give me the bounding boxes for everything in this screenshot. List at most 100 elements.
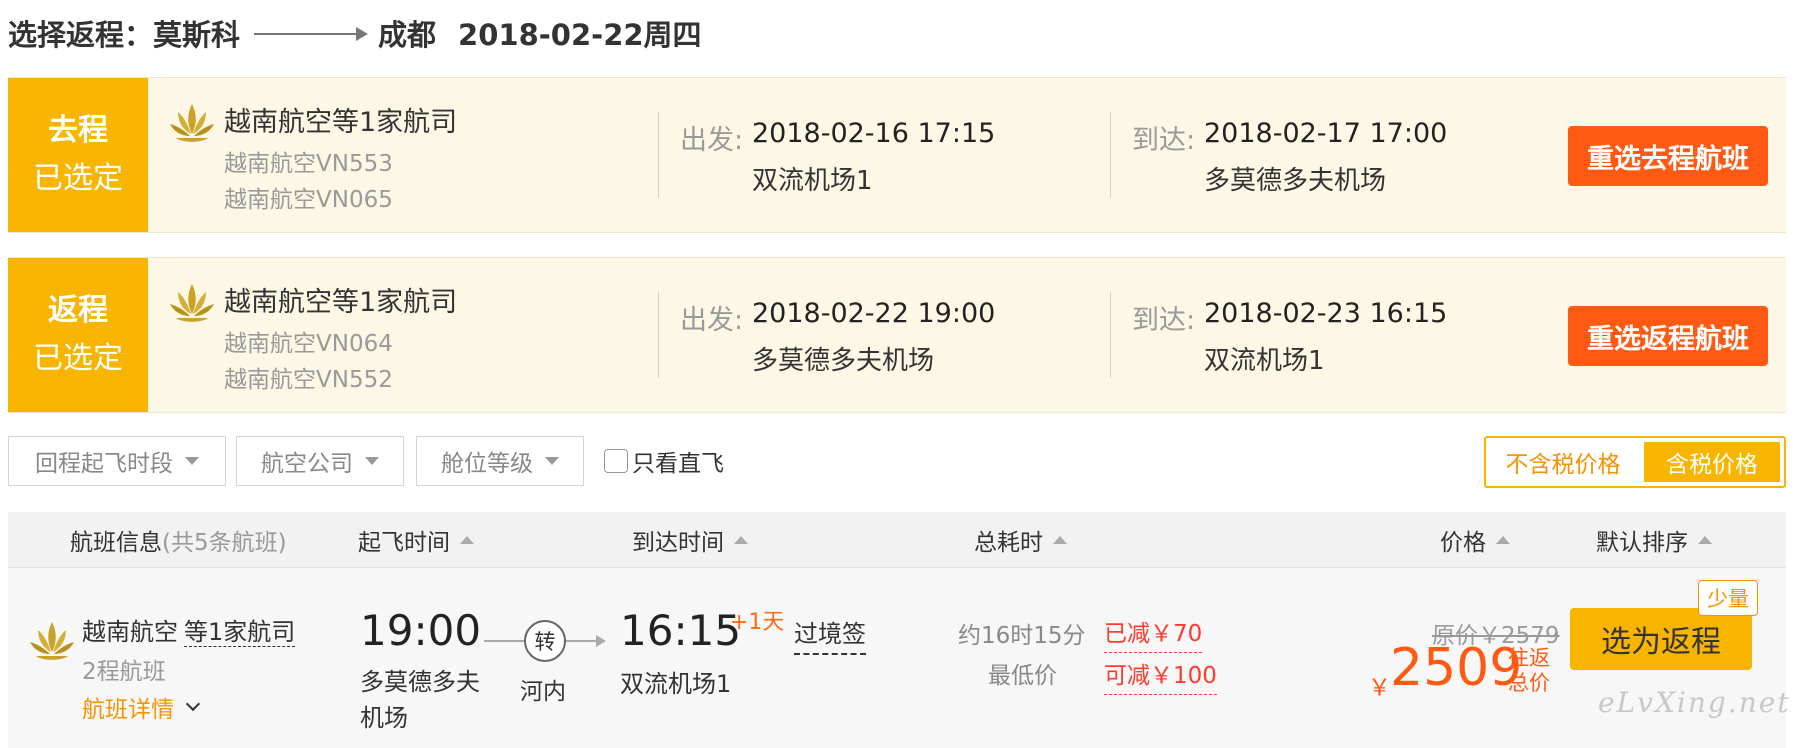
row-arrive-time: 16:15 [620,606,742,655]
sort-depart-time-label: 起飞时间 [358,530,450,556]
divider [658,292,659,378]
row-legs: 2程航班 [82,659,166,685]
sort-up-icon [1053,536,1067,544]
vietnam-airlines-logo-icon [170,284,214,322]
plus-day-badge: +1天 [730,610,785,635]
airline-filter[interactable]: 航空公司 [236,436,404,486]
outbound-tag: 去程 已选定 [8,78,148,232]
sort-default-label: 默认排序 [1596,530,1688,556]
select-return-button[interactable]: 选为返程 [1570,608,1752,670]
flight-count: (共5条航班) [162,530,287,556]
outbound-arrive-time: 2018-02-17 17:00 [1204,118,1448,149]
outbound-flight-1: 越南航空VN553 [224,151,393,177]
outbound-arrive-airport: 多莫德多夫机场 [1204,166,1387,196]
outbound-depart-time: 2018-02-16 17:15 [752,118,996,149]
checkbox-icon[interactable] [604,449,628,473]
row-depart-airport: 多莫德多夫机场 [360,668,480,732]
round-trip-price: 2509 [1390,638,1523,698]
discount-applied[interactable]: 已减￥70 [1104,614,1203,653]
row-arrive-airport: 双流机场1 [620,670,732,698]
sort-up-icon [734,536,748,544]
transfer-city: 河内 [520,679,566,705]
row-duration: 约16时15分 [958,623,1086,649]
divider [658,112,659,198]
transfer-icon: 转 [524,620,566,662]
reselect-outbound-button[interactable]: 重选去程航班 [1568,126,1768,186]
outbound-airline: 越南航空等1家航司 [224,107,458,138]
sort-up-icon [1698,536,1712,544]
outbound-selected-card: 去程 已选定 越南航空等1家航司 越南航空VN553 越南航空VN065 出发:… [8,77,1786,233]
sort-price[interactable]: 价格 [1440,512,1510,568]
return-flight-2: 越南航空VN552 [224,367,393,393]
return-depart-label: 出发: [680,305,744,336]
to-city: 成都 [378,18,437,52]
price-tax-toggle: 不含税价格 含税价格 [1484,436,1786,488]
return-arrive-label: 到达: [1132,305,1196,336]
return-airline: 越南航空等1家航司 [224,287,458,318]
return-flight-1: 越南航空VN064 [224,331,393,357]
outbound-tag-status: 已选定 [33,161,123,196]
price-incl-tax-option[interactable]: 含税价格 [1644,442,1780,482]
row-depart-time: 19:00 [360,606,482,655]
outbound-depart-label: 出发: [680,125,744,156]
return-date: 2018-02-22周四 [458,18,702,52]
table-row: 越南航空 等1家航司 2程航班 航班详情 19:00 多莫德多夫机场 转 河内 1… [8,568,1789,748]
outbound-arrive-label: 到达: [1132,125,1196,156]
chevron-down-icon [185,696,201,712]
return-arrive-airport: 双流机场1 [1204,346,1325,376]
reselect-return-button[interactable]: 重选返程航班 [1568,306,1768,366]
flight-detail-link[interactable]: 航班详情 [82,690,201,724]
outbound-flight-2: 越南航空VN065 [224,187,393,213]
discount-available[interactable]: 可减￥100 [1104,656,1217,695]
sort-duration-label: 总耗时 [974,530,1043,556]
divider [1110,112,1111,198]
few-seats-badge: 少量 [1698,580,1758,616]
title-prefix: 选择返程： [8,18,154,52]
row-airline: 越南航空 等1家航司 [82,612,296,647]
airline-filter-label: 航空公司 [261,451,353,477]
direct-only-label: 只看直飞 [632,451,724,477]
transit-visa-tag[interactable]: 过境签 [794,614,866,655]
sort-arrive-time-label: 到达时间 [632,530,724,556]
sort-default[interactable]: 默认排序 [1596,512,1712,568]
caret-down-icon [545,457,559,465]
flight-list-header: 航班信息 (共5条航班) 起飞时间 到达时间 总耗时 价格 默认排序 [8,512,1786,568]
flight-detail-label: 航班详情 [82,697,174,723]
sort-duration[interactable]: 总耗时 [974,512,1067,568]
caret-down-icon [365,457,379,465]
sort-arrive-time[interactable]: 到达时间 [632,512,748,568]
row-airline-more[interactable]: 等1家航司 [184,618,296,647]
caret-down-icon [185,457,199,465]
cabin-filter-label: 舱位等级 [441,451,533,477]
divider [1110,292,1111,378]
sort-up-icon [1496,536,1510,544]
direct-only-checkbox[interactable]: 只看直飞 [604,446,724,477]
currency-symbol: ￥ [1368,675,1391,701]
return-depart-time: 2018-02-22 19:00 [752,298,996,329]
route-arrow-icon [254,27,369,41]
return-selected-card: 返程 已选定 越南航空等1家航司 越南航空VN064 越南航空VN552 出发:… [8,257,1786,413]
page-title: 选择返程： 莫斯科 成都 2018-02-22周四 [8,10,702,56]
vietnam-airlines-logo-icon [170,104,214,142]
return-tag-status: 已选定 [33,341,123,376]
from-city: 莫斯科 [153,18,241,52]
time-slot-filter-label: 回程起飞时段 [35,451,173,477]
return-tag-title: 返程 [48,293,108,328]
vietnam-airlines-logo-icon [30,622,74,660]
return-depart-airport: 多莫德多夫机场 [752,346,935,376]
outbound-tag-title: 去程 [48,113,108,148]
row-airline-name: 越南航空 [82,618,178,646]
time-slot-filter[interactable]: 回程起飞时段 [8,436,226,486]
header-flight-info: 航班信息 (共5条航班) [70,512,287,568]
watermark: eLvXing.net [1598,686,1791,719]
cabin-filter[interactable]: 舱位等级 [416,436,584,486]
return-tag: 返程 已选定 [8,258,148,412]
price-excl-tax-option[interactable]: 不含税价格 [1486,438,1640,486]
sort-up-icon [460,536,474,544]
sort-price-label: 价格 [1440,530,1486,556]
outbound-depart-airport: 双流机场1 [752,166,873,196]
header-flight-info-label: 航班信息 [70,530,162,556]
sort-depart-time[interactable]: 起飞时间 [358,512,474,568]
return-arrive-time: 2018-02-23 16:15 [1204,298,1448,329]
price-note: 往返总价 [1508,646,1550,695]
